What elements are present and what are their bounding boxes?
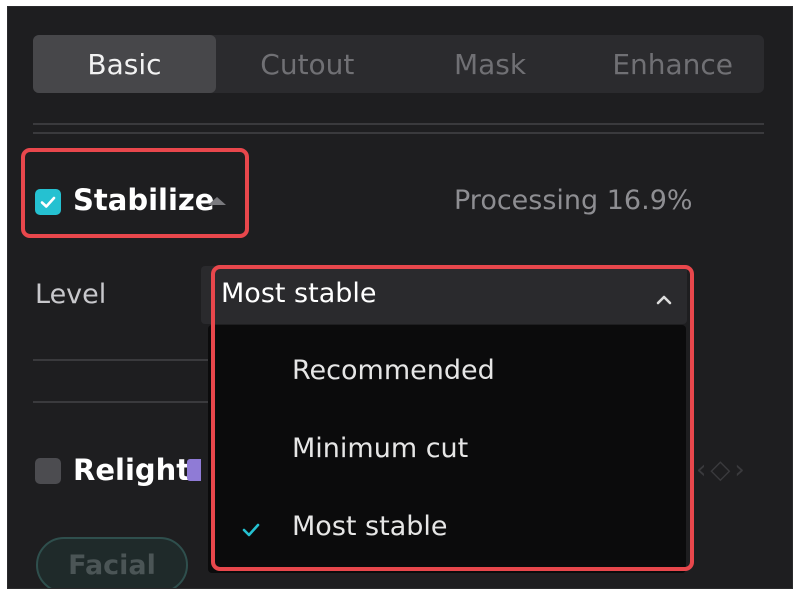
- properties-panel: Basic Cutout Mask Enhance Stabilize Proc…: [7, 6, 793, 589]
- divider: [33, 132, 764, 134]
- relight-badge: [187, 459, 201, 481]
- tab-bar: Basic Cutout Mask Enhance: [33, 35, 764, 93]
- divider: [33, 359, 223, 361]
- level-highlight-box: [211, 265, 694, 571]
- level-label: Level: [35, 279, 107, 310]
- divider: [33, 123, 764, 125]
- relight-checkbox[interactable]: [35, 458, 61, 484]
- processing-status: Processing 16.9%: [454, 185, 693, 216]
- tab-basic[interactable]: Basic: [33, 35, 216, 93]
- stabilize-label: Stabilize: [73, 183, 215, 217]
- keyframe-arrows-icon[interactable]: ‹◇›: [696, 455, 749, 485]
- tab-mask[interactable]: Mask: [399, 35, 582, 93]
- stabilize-checkbox[interactable]: [35, 189, 61, 215]
- collapse-caret-icon[interactable]: [208, 197, 226, 205]
- tab-enhance[interactable]: Enhance: [581, 35, 764, 93]
- tab-cutout[interactable]: Cutout: [216, 35, 399, 93]
- divider: [33, 401, 223, 403]
- checkmark-icon: [40, 196, 56, 208]
- chip-facial[interactable]: Facial: [36, 537, 188, 588]
- relight-label: Relight: [73, 453, 191, 487]
